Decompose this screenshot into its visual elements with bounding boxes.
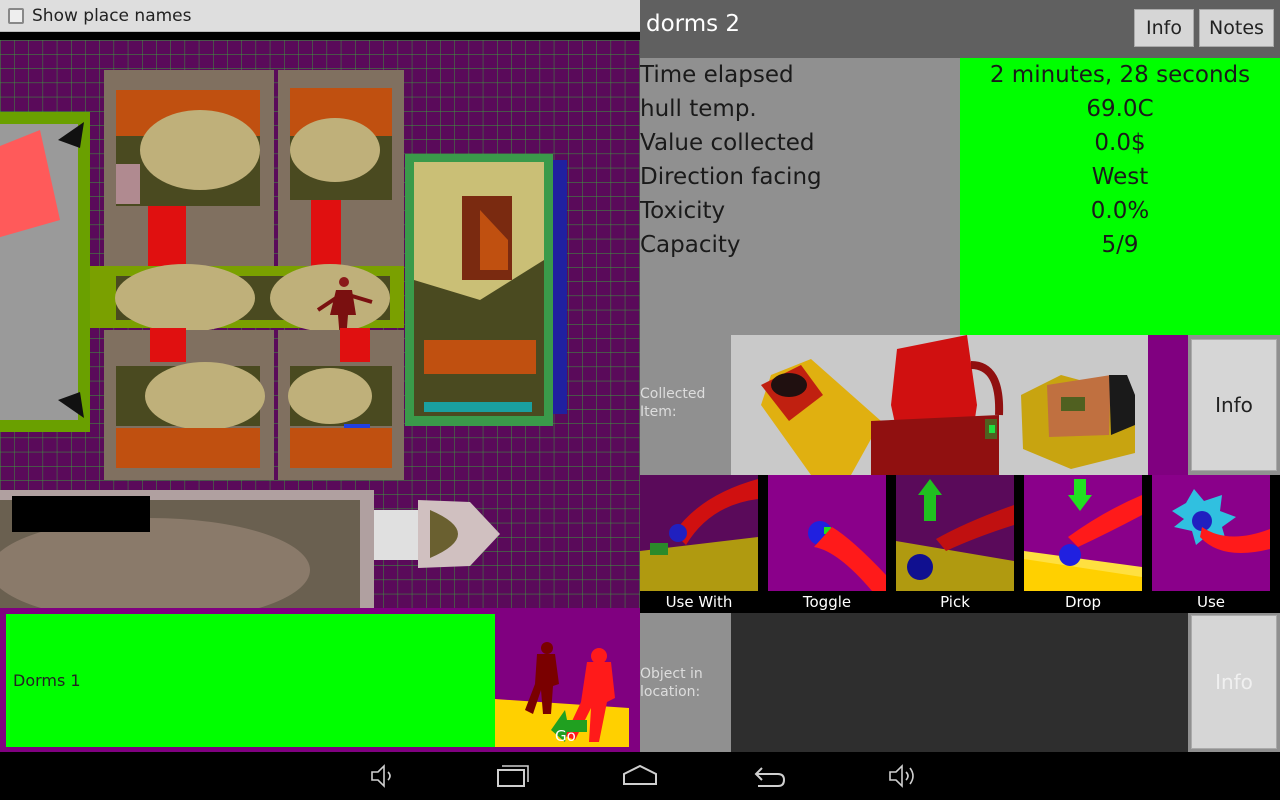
- use-icon: [1152, 475, 1270, 591]
- toggle-label: Toggle: [802, 593, 852, 611]
- collected-item-info-button[interactable]: Info: [1191, 339, 1277, 471]
- go-label: Go: [555, 727, 576, 745]
- use-with-button[interactable]: Use With: [640, 475, 758, 613]
- title-bar: dorms 2 Info Notes: [640, 0, 1280, 58]
- room-left-large: [0, 112, 90, 432]
- use-with-icon: [640, 475, 758, 591]
- object-in-location-label-line2: location:: [640, 684, 701, 700]
- collected-item-color-swatch: [1148, 335, 1188, 475]
- box-icon: [1021, 375, 1135, 469]
- stat-label: Time elapsed: [640, 62, 794, 88]
- collected-item-row: Collected Item: Info: [640, 335, 1280, 475]
- drop-icon: [1024, 475, 1142, 591]
- stat-value-hull-temp: 69.0C: [1086, 96, 1154, 122]
- room-title: dorms 2: [646, 11, 741, 37]
- room-bottom-1: [104, 328, 274, 480]
- stats-values: 2 minutes, 28 seconds 69.0C 0.0$ West 0.…: [960, 58, 1280, 335]
- stats-labels: Time elapsed hull temp. Value collected …: [640, 58, 960, 335]
- object-in-location-label-line1: Object in: [640, 666, 703, 682]
- volume-down-icon[interactable]: [362, 760, 402, 792]
- object-info-button[interactable]: Info: [1191, 615, 1277, 749]
- collected-item-label: Collected Item:: [640, 385, 705, 421]
- show-place-names-checkbox[interactable]: [8, 7, 24, 24]
- object-in-location-label: Object in location:: [640, 665, 703, 701]
- show-place-names-label: Show place names: [32, 5, 192, 26]
- stat-value-direction: West: [1091, 164, 1149, 190]
- toggle-button[interactable]: Toggle: [768, 475, 886, 613]
- show-place-names-toggle[interactable]: Show place names: [0, 0, 640, 32]
- stat-label: hull temp.: [640, 96, 757, 122]
- room-bottom-2: [278, 328, 404, 480]
- back-icon[interactable]: [748, 760, 788, 792]
- map-pane: Show place names Dorms 1 Go: [0, 0, 640, 752]
- object-in-location-image[interactable]: [731, 613, 1188, 752]
- ship-map[interactable]: [0, 40, 640, 610]
- go-button[interactable]: Go: [495, 614, 634, 747]
- room-top-1: [104, 70, 274, 270]
- stat-label: Capacity: [640, 232, 741, 258]
- recent-apps-icon[interactable]: [494, 760, 534, 792]
- system-nav-bar: [0, 752, 1280, 800]
- stat-label: Toxicity: [640, 198, 726, 224]
- actions-row: Use With Toggle Pick Drop Use: [640, 475, 1280, 613]
- stat-label: Value collected: [640, 130, 815, 156]
- stat-value-toxicity: 0.0%: [1090, 198, 1150, 224]
- room-right-tall: [405, 154, 567, 426]
- collected-item-label-line2: Item:: [640, 404, 677, 420]
- drop-button[interactable]: Drop: [1024, 475, 1142, 613]
- object-in-location-row: Object in location: Info: [640, 613, 1280, 752]
- drop-label: Drop: [1064, 593, 1102, 611]
- home-icon[interactable]: [620, 760, 660, 792]
- stat-value-capacity: 5/9: [1101, 232, 1139, 258]
- collected-item-label-line1: Collected: [640, 386, 706, 402]
- location-strip: Dorms 1 Go: [0, 608, 640, 752]
- room-info-button[interactable]: Info: [1134, 9, 1194, 47]
- status-pane: dorms 2 Info Notes Time elapsed hull tem…: [640, 0, 1280, 752]
- toggle-icon: [768, 475, 886, 591]
- pick-icon: [896, 475, 1014, 591]
- notes-button[interactable]: Notes: [1199, 9, 1274, 47]
- current-location-field[interactable]: Dorms 1: [6, 614, 495, 747]
- stat-label: Direction facing: [640, 164, 822, 190]
- volume-up-icon[interactable]: [882, 760, 922, 792]
- pick-label: Pick: [940, 593, 970, 611]
- use-with-label: Use With: [665, 593, 733, 611]
- room-top-2: [278, 70, 404, 270]
- stat-value-value-collected: 0.0$: [1094, 130, 1146, 156]
- use-label: Use: [1196, 593, 1226, 611]
- use-button[interactable]: Use: [1152, 475, 1270, 613]
- pick-button[interactable]: Pick: [896, 475, 1014, 613]
- collected-item-image[interactable]: [731, 335, 1148, 475]
- stat-value-time-elapsed: 2 minutes, 28 seconds: [989, 62, 1251, 88]
